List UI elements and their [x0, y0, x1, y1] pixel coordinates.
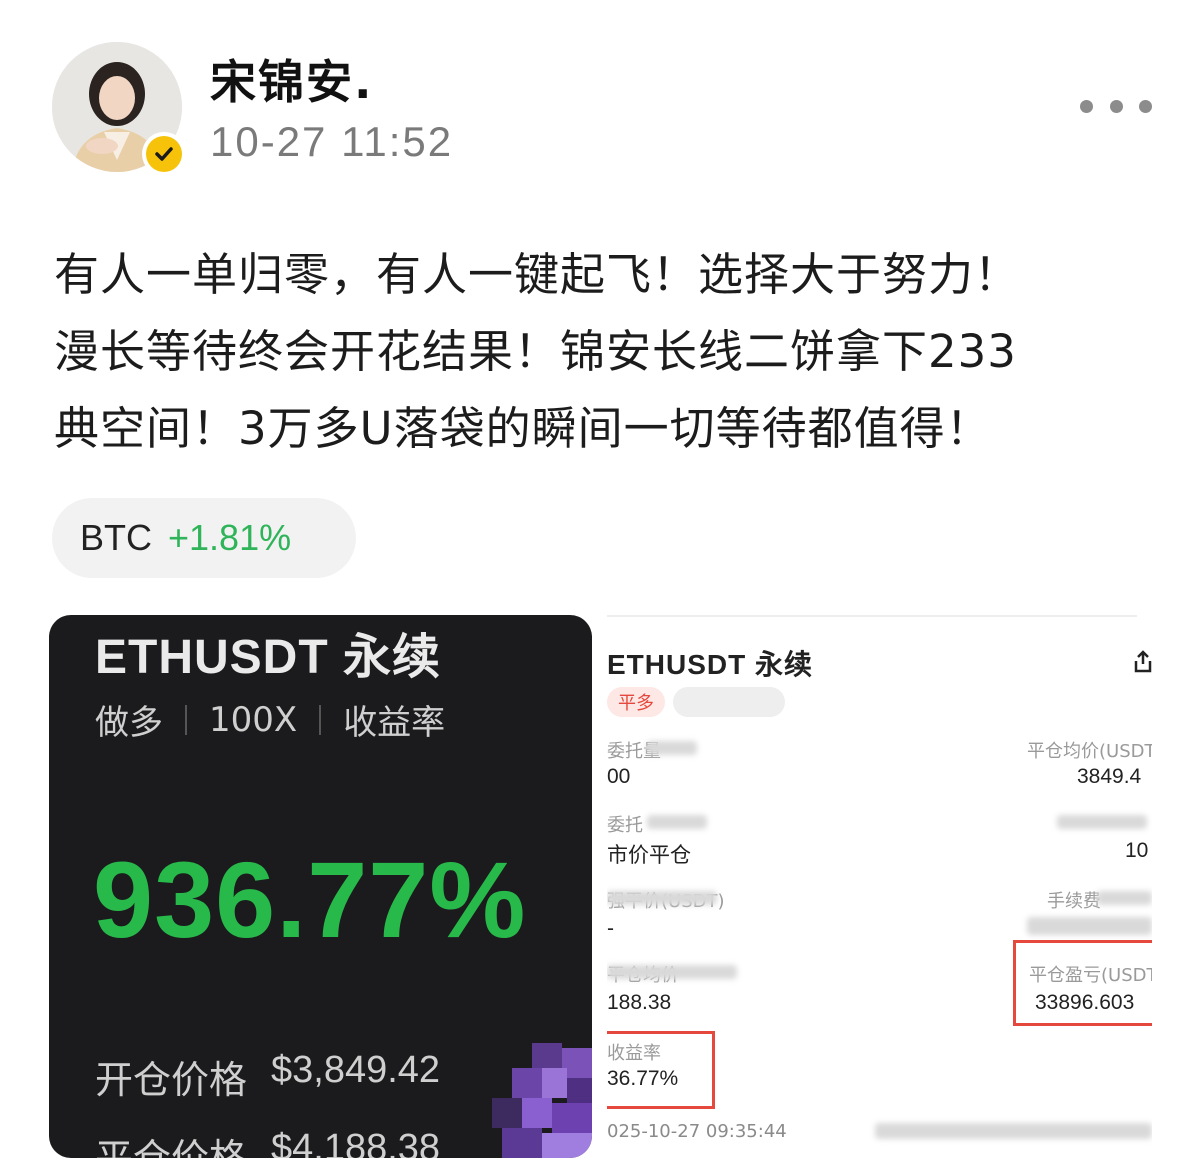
- position-side: 做多: [95, 703, 163, 743]
- pnl-label: 平仓盈亏(USDT): [1029, 965, 1152, 986]
- ticker-change: +1.81%: [168, 517, 292, 558]
- blurred-text: [1097, 891, 1152, 905]
- post-line: 漫长等待终会开花结果！锦安长线二饼拿下233: [54, 325, 1017, 378]
- divider: [607, 615, 1137, 617]
- pnl-share-image[interactable]: ETHUSDT 永续 做多 100X 收益率 936.77% 开仓价格 $3,8…: [49, 615, 592, 1158]
- order-detail-image[interactable]: ETHUSDT 永续 平多 委托量 00 平仓均价(USDT) 3849.4 委…: [607, 615, 1152, 1158]
- avg-price-label: 平仓均价(USDT): [1027, 741, 1152, 762]
- rate-label: 收益率: [607, 1043, 661, 1064]
- post-timestamp: 10-27 11:52: [210, 118, 454, 165]
- close-price-row: 平仓价格 $4,188.38: [95, 1127, 440, 1158]
- blurred-text: [647, 815, 707, 829]
- order-type-label: 委托: [607, 815, 643, 836]
- order-amount-value: 00: [607, 765, 631, 788]
- ticker-tag[interactable]: BTC +1.81%: [52, 498, 356, 578]
- liq-price-value: -: [607, 917, 614, 940]
- post-line: 有人一单归零，有人一键起飞！选择大于努力！: [54, 248, 1021, 301]
- post-content: 有人一单归零，有人一键起飞！选择大于努力！ 漫长等待终会开花结果！锦安长线二饼拿…: [54, 236, 1154, 467]
- order-contract-title: ETHUSDT 永续: [607, 649, 814, 680]
- pnl-percent: 936.77%: [93, 839, 527, 960]
- close-price-value: $4,188.38: [271, 1127, 441, 1158]
- share-icon: [1134, 650, 1152, 673]
- pixelated-mascot-image: [492, 1043, 592, 1158]
- contract-title: ETHUSDT 永续: [95, 631, 442, 684]
- divider: [319, 704, 322, 735]
- order-side-tag: 平多: [607, 687, 665, 717]
- blurred-text: [607, 965, 737, 979]
- blurred-text: [647, 741, 697, 755]
- close-price-label: 平仓价格: [95, 1136, 248, 1158]
- order-time: 025-10-27 09:35:44: [607, 1121, 787, 1142]
- blurred-text: [1027, 917, 1152, 935]
- more-options-icon[interactable]: [1080, 92, 1152, 120]
- open-price-label: 开仓价格: [95, 1058, 248, 1102]
- blurred-text: [875, 1123, 1152, 1139]
- blurred-tag: [673, 687, 785, 717]
- post-line: 典空间！3万多U落袋的瞬间一切等待都值得！: [54, 402, 992, 455]
- leverage-value: 10: [1125, 839, 1149, 862]
- blurred-text: [607, 891, 717, 905]
- metric-label: 收益率: [343, 703, 446, 743]
- position-leverage: 100X: [209, 699, 298, 740]
- verified-badge-icon: [142, 132, 186, 176]
- username[interactable]: 宋锦安.: [210, 46, 373, 112]
- fee-label: 手续费: [1047, 891, 1101, 912]
- rate-value: 36.77%: [607, 1067, 679, 1090]
- divider: [185, 704, 187, 735]
- avg-price-value: 3849.4: [1077, 765, 1142, 788]
- close-avg-value: 188.38: [607, 991, 672, 1014]
- open-price-row: 开仓价格 $3,849.42: [95, 1049, 440, 1104]
- order-type-value: 市价平仓: [607, 844, 691, 867]
- open-price-value: $3,849.42: [271, 1049, 441, 1091]
- position-meta: 做多 100X 收益率: [95, 695, 445, 744]
- blurred-text: [1057, 815, 1147, 829]
- ticker-symbol: BTC: [80, 517, 152, 558]
- pnl-value: 33896.603: [1035, 991, 1135, 1014]
